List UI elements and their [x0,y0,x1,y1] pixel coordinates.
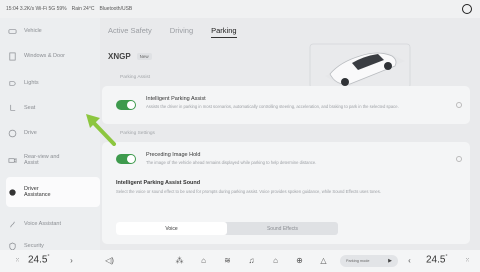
preceding-image-title: Preceding Image Hold [146,152,201,158]
settings-tabs: Active Safety Driving Parking [108,26,237,38]
right-temperature[interactable]: 24.5° [426,254,447,265]
light-icon [8,79,17,88]
sidebar-item-vehicle[interactable]: Vehicle [8,18,98,44]
media-text: Parking mode [346,259,370,263]
play-icon[interactable]: ▶ [388,258,392,264]
sidebar-item-label: Windows & Door [24,53,65,59]
tab-driving[interactable]: Driving [170,26,193,38]
ipa-description: Assists the driver in parking in most sc… [146,104,399,109]
media-pill[interactable]: Parking mode ▶ [340,255,398,267]
left-arrow-icon[interactable]: › [66,255,77,266]
ipa-info-icon[interactable] [456,102,462,108]
assist-icon [8,188,17,197]
door-icon [8,52,17,61]
home-icon[interactable]: ⌂ [270,255,281,266]
ipa-sound-title: Intelligent Parking Assist Sound [116,180,201,186]
ipa-toggle[interactable] [116,100,136,110]
ipa-sound-description: Select the voice or sound effect to be u… [116,189,381,194]
navigation-icon[interactable]: △ [318,255,329,266]
preceding-image-toggle[interactable] [116,154,136,164]
sound-option-voice[interactable]: Voice [116,222,227,235]
sidebar-item-label: Rear-view and Assist [24,154,60,166]
seat-icon [8,104,17,113]
right-temp-value: 24.5 [426,254,446,266]
section-label-parking-settings: Parking Settings [120,131,155,136]
car-front-icon[interactable]: ⌂ [198,255,209,266]
left-temp-value: 24.5 [28,254,48,266]
sidebar-item-label: Drive [24,130,37,136]
right-arrow-icon[interactable]: ‹ [404,255,415,266]
sidebar-item-label: Driver Assistance [24,186,51,198]
sidebar-item-label: Lights [24,80,39,86]
sidebar-item-lights[interactable]: Lights [8,70,98,96]
left-temperature[interactable]: 24.5° [28,254,49,265]
camera-icon [8,156,17,165]
right-temp-unit: ° [445,254,448,260]
sidebar-item-label: Security [24,243,44,249]
music-icon[interactable]: ♫ [246,255,257,266]
sidebar-item-voice-assistant[interactable]: Voice Assistant [8,209,98,239]
fan-icon-right[interactable]: ⁙ [462,255,473,266]
sound-segmented-control: Voice Sound Effects [116,222,338,235]
ipa-card: Intelligent Parking Assist Assists the d… [102,86,470,124]
annotation-arrow-icon [86,114,116,146]
car-badge: New [136,53,152,60]
sidebar-item-driver-assistance[interactable]: Driver Assistance [6,177,100,207]
sidebar-item-rear-view[interactable]: Rear-view and Assist [8,145,98,175]
sidebar-item-label: Voice Assistant [24,221,61,227]
rear-defrost-icon[interactable]: ≋ [222,255,233,266]
preceding-info-icon[interactable] [456,156,462,162]
left-temp-unit: ° [47,254,50,260]
volume-icon[interactable]: ◁) [104,255,115,266]
status-bar: 15:04 3.2K/s Wi-Fi 5G 59% Rain 24°C Blue… [0,0,480,18]
apps-icon[interactable]: ⊕ [294,255,305,266]
car-icon [8,27,17,36]
bottom-climate-bar: ⁙ 24.5° › ◁) ⁂ ⌂ ≋ ♫ ⌂ ⊕ △ Parking mode … [0,250,480,272]
seat-heat-icon[interactable]: ⁂ [174,255,185,266]
car-model-title: XNGP New [108,52,152,61]
preceding-image-description: The image of the vehicle ahead remains d… [146,160,317,165]
status-alert: Bluetooth/USB [99,6,133,12]
sidebar-item-label: Seat [24,105,36,111]
section-label-parking-assist: Parking Assist [120,75,151,80]
sound-option-effects[interactable]: Sound Effects [227,222,338,235]
sidebar-item-windows-door[interactable]: Windows & Door [8,43,98,69]
weather-text: Rain 24°C [71,6,95,12]
tab-active-safety[interactable]: Active Safety [108,26,152,38]
sidebar-item-label: Vehicle [24,28,42,34]
user-avatar[interactable] [462,4,472,14]
voice-icon [8,220,17,229]
ipa-title: Intelligent Parking Assist [146,96,206,102]
steering-icon [8,129,17,138]
fan-icon[interactable]: ⁙ [12,255,23,266]
status-left-text: 15:04 3.2K/s Wi-Fi 5G 59% [6,6,67,12]
car-name: XNGP [108,52,131,61]
tab-parking[interactable]: Parking [211,26,237,38]
parking-settings-panel: Active Safety Driving Parking XNGP New P… [100,18,480,250]
